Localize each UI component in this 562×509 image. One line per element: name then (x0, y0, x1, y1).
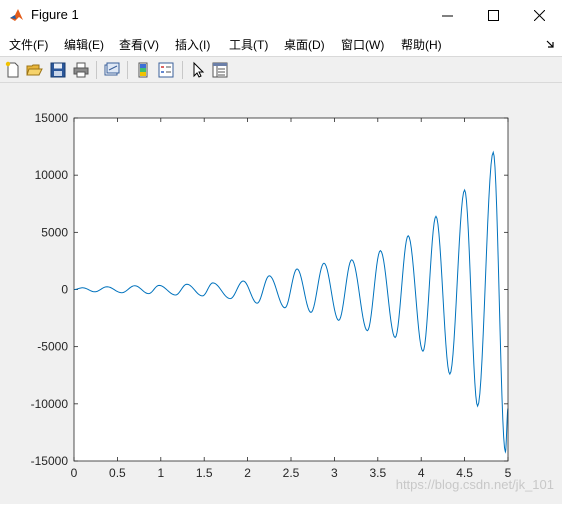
x-tick-label: 0 (71, 466, 78, 480)
y-tick-label: -5000 (37, 340, 68, 354)
open-file-icon[interactable] (26, 61, 44, 79)
x-tick-label: 2 (244, 466, 251, 480)
watermark: https://blog.csdn.net/jk_101 (395, 477, 554, 492)
x-tick-label: 0.5 (109, 466, 126, 480)
menu-file[interactable]: 文件(F) (9, 36, 48, 53)
y-tick-label: -10000 (31, 397, 69, 411)
menu-edit[interactable]: 编辑(E) (64, 36, 104, 53)
y-tick-label: -15000 (31, 454, 69, 468)
toolbar-dock-arrow-icon[interactable] (546, 40, 555, 49)
toolbar-separator (182, 61, 183, 79)
save-icon[interactable] (49, 61, 67, 79)
link-plot-icon[interactable] (103, 61, 121, 79)
menu-bar: 文件(F) 编辑(E) 查看(V) 插入(I) 工具(T) 桌面(D) 窗口(W… (0, 31, 562, 56)
line-chart[interactable]: 0 0.5 1 1.5 2 2.5 3 3.5 4 4.5 5-15000-10000-500005… (0, 83, 562, 504)
menu-view[interactable]: 查看(V) (119, 36, 159, 53)
menu-tools[interactable]: 工具(T) (229, 36, 268, 53)
y-tick-label: 10000 (35, 168, 69, 182)
menu-desktop[interactable]: 桌面(D) (284, 36, 325, 53)
new-figure-icon[interactable] (4, 61, 22, 79)
edit-plot-cursor-icon[interactable] (189, 61, 207, 79)
figure-canvas: 0 0.5 1 1.5 2 2.5 3 3.5 4 4.5 5 -15000 -10000 -5000 0 5… (0, 83, 562, 504)
title-bar: Figure 1 (0, 0, 562, 31)
insert-legend-icon[interactable] (157, 61, 175, 79)
toolbar-separator (127, 61, 128, 79)
insert-colorbar-icon[interactable] (134, 61, 152, 79)
maximize-icon (487, 10, 499, 21)
x-tick-label: 3.5 (369, 466, 386, 480)
window-title: Figure 1 (31, 7, 79, 22)
toolbar-separator (96, 61, 97, 79)
minimize-button[interactable] (424, 0, 470, 31)
menu-help[interactable]: 帮助(H) (401, 36, 442, 53)
x-tick-label: 1 (157, 466, 164, 480)
menu-window[interactable]: 窗口(W) (341, 36, 384, 53)
x-tick-label: 3 (331, 466, 338, 480)
close-button[interactable] (516, 0, 562, 31)
toolbar (0, 56, 562, 83)
x-tick-label: 2.5 (283, 466, 300, 480)
y-tick-label: 15000 (35, 111, 69, 125)
y-tick-label: 5000 (41, 225, 68, 239)
close-icon (533, 10, 545, 21)
minimize-icon (441, 15, 453, 17)
maximize-button[interactable] (470, 0, 516, 31)
menu-insert[interactable]: 插入(I) (175, 36, 210, 53)
x-tick-label: 1.5 (196, 466, 213, 480)
y-tick-label: 0 (61, 283, 68, 297)
property-inspector-icon[interactable] (211, 61, 229, 79)
print-icon[interactable] (72, 61, 90, 79)
matlab-logo-icon (9, 7, 25, 23)
